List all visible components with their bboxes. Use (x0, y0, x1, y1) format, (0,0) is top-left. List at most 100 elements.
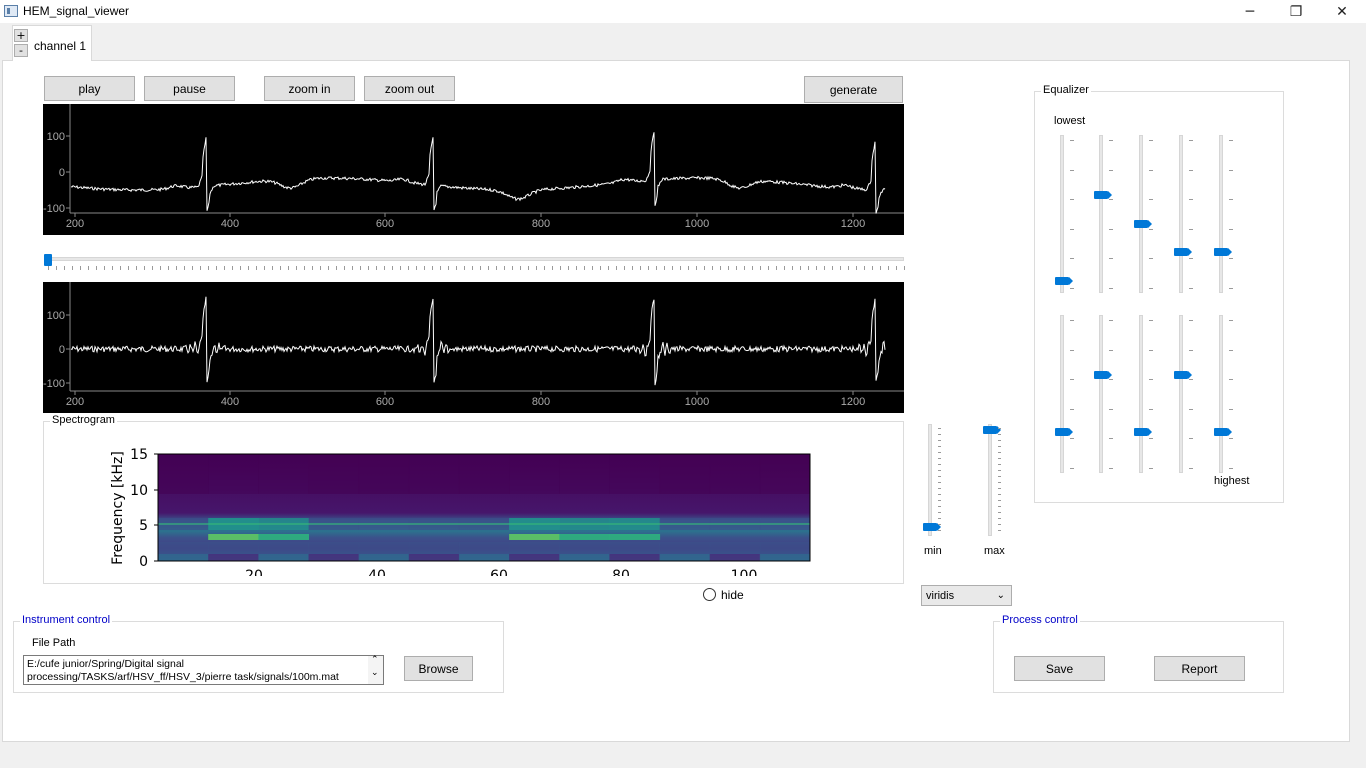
slider-tick (432, 266, 433, 270)
signal-trace (70, 132, 886, 214)
slider-tick (232, 266, 233, 270)
slider-tick (568, 266, 569, 270)
generate-button[interactable]: generate (804, 76, 903, 103)
eq-band-9-track[interactable] (1179, 315, 1183, 473)
slider-tick (938, 476, 941, 477)
tab-label: channel 1 (34, 39, 87, 53)
slider-tick (998, 452, 1001, 453)
slider-tick (312, 266, 313, 270)
slider-tick (816, 266, 817, 270)
spec-x-tick: 80 (612, 568, 630, 576)
zoom-out-button[interactable]: zoom out (364, 76, 455, 101)
y-tick-100: 100 (47, 131, 65, 143)
x-tick: 1000 (685, 396, 709, 408)
eq-band-9-handle[interactable] (1174, 370, 1192, 379)
slider-tick (1229, 379, 1233, 381)
slider-tick (938, 428, 941, 429)
file-path-scrollbar[interactable]: ⌃ ⌄ (368, 655, 383, 684)
spectrogram-cell (509, 542, 560, 554)
slider-tick (752, 266, 753, 270)
eq-band-5-handle[interactable] (1214, 248, 1232, 257)
eq-band-3-handle[interactable] (1134, 220, 1152, 229)
close-button[interactable]: ✕ (1319, 0, 1365, 23)
slider-tick (704, 266, 705, 270)
slider-tick (998, 470, 1001, 471)
hide-radio[interactable] (703, 588, 716, 601)
eq-band-7-track[interactable] (1099, 315, 1103, 473)
file-path-label: File Path (32, 637, 76, 649)
eq-band-6-track[interactable] (1060, 315, 1064, 473)
min-slider-track[interactable] (928, 424, 932, 536)
eq-band-8-track[interactable] (1139, 315, 1143, 473)
slider-tick (712, 266, 713, 270)
eq-band-2-track[interactable] (1099, 135, 1103, 293)
browse-button[interactable]: Browse (404, 656, 473, 681)
slider-tick (240, 266, 241, 270)
scroll-up-icon[interactable]: ⌃ (371, 655, 379, 665)
slider-tick (880, 266, 881, 270)
time-slider-track[interactable] (44, 257, 904, 261)
minimize-button[interactable]: ─ (1227, 0, 1273, 23)
max-slider-handle[interactable] (983, 426, 1001, 435)
eq-band-4-handle[interactable] (1174, 248, 1192, 257)
spectrogram-cell (609, 454, 661, 494)
slider-tick (392, 266, 393, 270)
eq-band-6-handle[interactable] (1055, 428, 1073, 437)
spectrogram-cell (408, 454, 460, 494)
zoom-in-button[interactable]: zoom in (264, 76, 355, 101)
slider-tick (464, 266, 465, 270)
spectrogram-cell (258, 534, 309, 540)
add-tab-button[interactable]: + (14, 29, 28, 42)
save-button[interactable]: Save (1014, 656, 1105, 681)
slider-tick (664, 266, 665, 270)
process-control-title: Process control (1000, 614, 1080, 626)
report-button[interactable]: Report (1154, 656, 1245, 681)
eq-band-3-track[interactable] (1139, 135, 1143, 293)
maximize-button[interactable]: ❐ (1273, 0, 1319, 23)
spectrogram-cell (458, 454, 510, 494)
time-slider-handle[interactable] (44, 254, 52, 266)
slider-tick (904, 266, 905, 270)
scroll-down-icon[interactable]: ⌄ (371, 668, 379, 678)
eq-band-2-handle[interactable] (1094, 190, 1112, 199)
slider-tick (938, 488, 941, 489)
min-slider-handle[interactable] (923, 522, 941, 531)
eq-band-10-track[interactable] (1219, 315, 1223, 473)
slider-tick (1109, 438, 1113, 440)
eq-band-7-handle[interactable] (1094, 370, 1112, 379)
spectrogram-cell (559, 554, 610, 561)
slider-tick (304, 266, 305, 270)
eq-band-1-handle[interactable] (1055, 276, 1073, 285)
filtered-signal-plot[interactable]: 100 0 -100 200 400 600 800 1000 1200 (43, 282, 904, 413)
eq-band-8-handle[interactable] (1134, 428, 1152, 437)
spectrogram-cell (308, 554, 360, 561)
pause-button[interactable]: pause (144, 76, 235, 101)
remove-tab-button[interactable]: - (14, 44, 28, 57)
spectrogram-cell (208, 554, 259, 561)
slider-tick (1070, 349, 1074, 351)
spectrogram-cell (709, 554, 761, 561)
eq-band-10-handle[interactable] (1214, 428, 1232, 437)
colormap-select[interactable]: viridis ⌄ (921, 585, 1012, 606)
spectrogram-plot[interactable]: 15 10 5 0 20 40 60 80 100 Frequency [kHz… (44, 430, 903, 576)
play-button[interactable]: play (44, 76, 135, 101)
y-tick-neg100: -100 (43, 378, 65, 390)
x-tick: 1000 (685, 218, 709, 230)
spectrogram-cell (759, 554, 811, 561)
file-path-input[interactable]: E:/cufe junior/Spring/Digital signal pro… (23, 655, 384, 685)
original-signal-plot[interactable]: 100 0 -100 200 400 600 800 1000 1200 (43, 104, 904, 235)
slider-tick (248, 266, 249, 270)
eq-band-5-track[interactable] (1219, 135, 1223, 293)
window-title: HEM_signal_viewer (23, 4, 130, 18)
slider-tick (1189, 379, 1193, 381)
slider-tick (938, 470, 941, 471)
slider-tick (856, 266, 857, 270)
eq-band-1-track[interactable] (1060, 135, 1064, 293)
slider-tick (998, 434, 1001, 435)
app-icon (4, 5, 18, 17)
slider-tick (400, 266, 401, 270)
slider-tick (888, 266, 889, 270)
eq-band-4-track[interactable] (1179, 135, 1183, 293)
slider-tick (128, 266, 129, 270)
max-slider-track[interactable] (988, 424, 992, 536)
